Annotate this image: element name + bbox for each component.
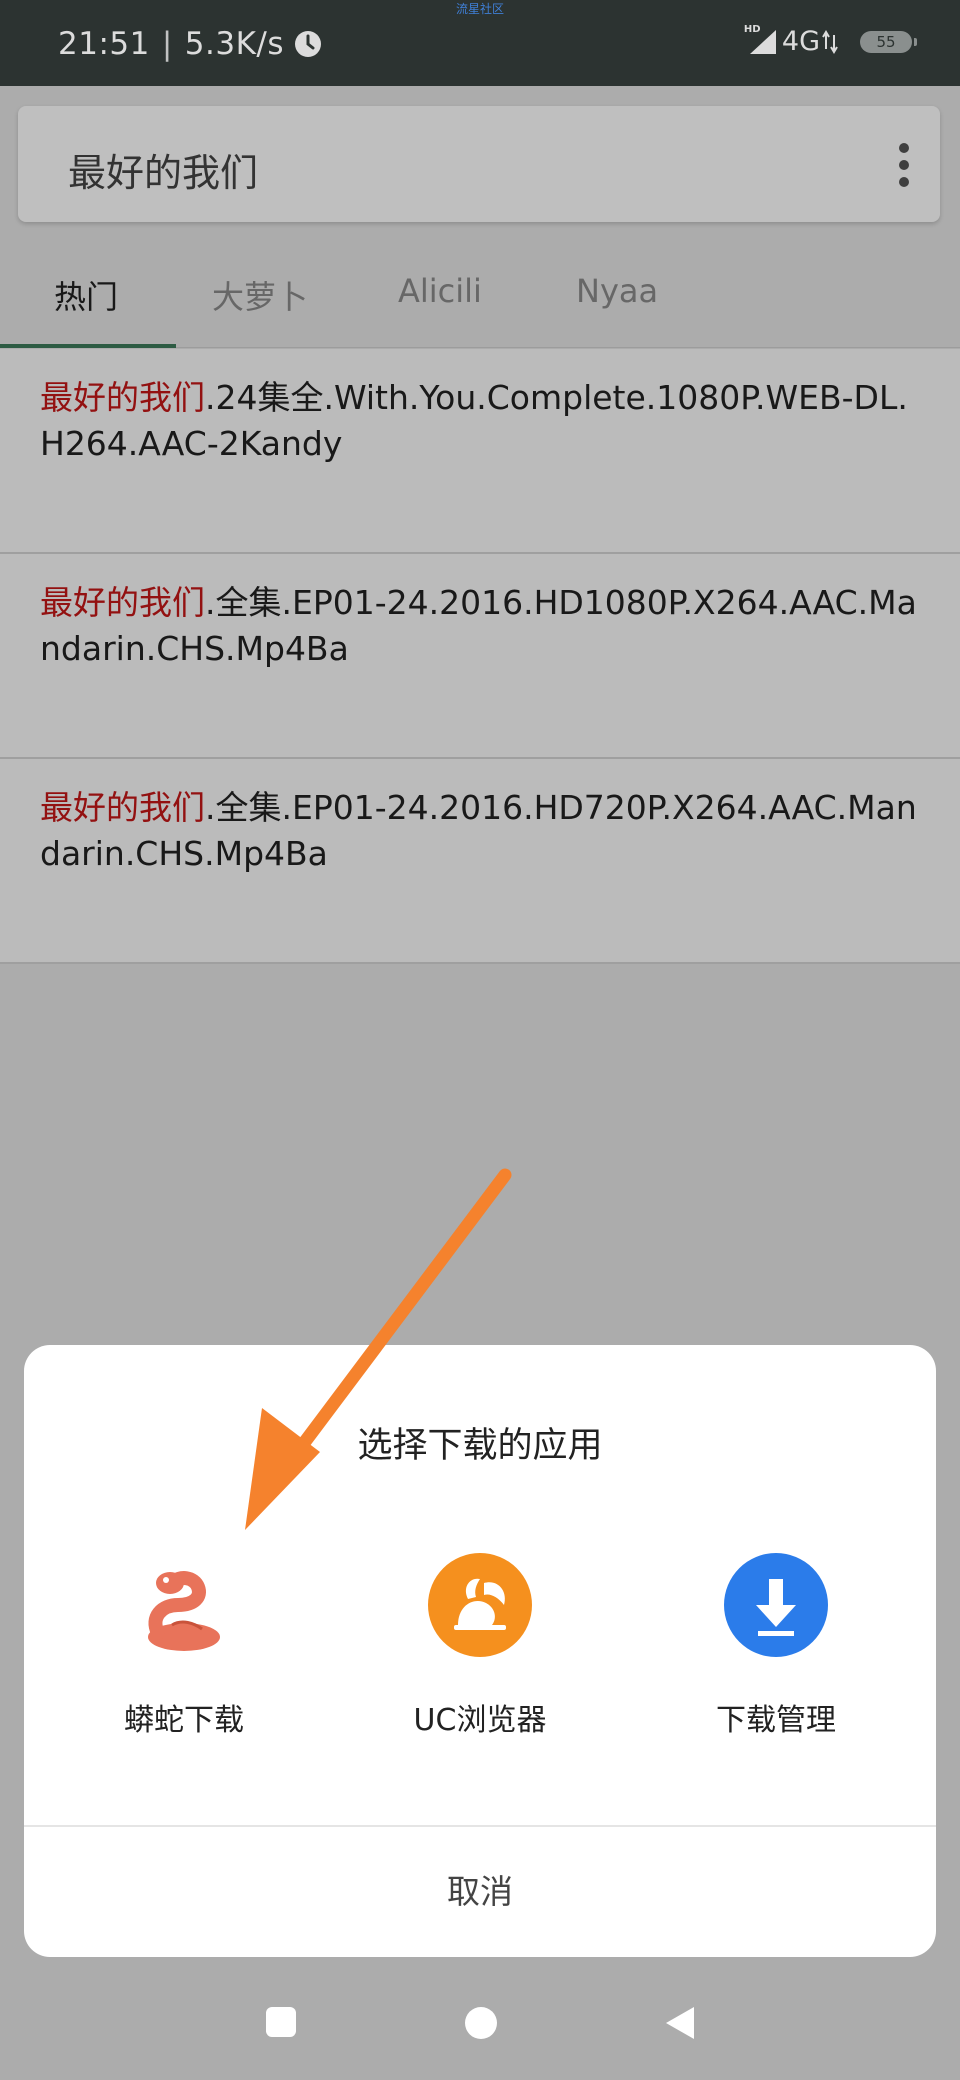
hd-badge: HD — [743, 23, 761, 35]
uc-squirrel-icon — [428, 1553, 532, 1657]
dialog-title: 选择下载的应用 — [357, 1426, 603, 1466]
battery-icon: 55 — [860, 30, 917, 53]
status-left: 21:51 | 5.3K/s — [58, 26, 322, 62]
python-snake-icon — [132, 1553, 236, 1657]
download-app-dialog: 选择下载的应用 蟒蛇下载 UC浏览器 下载管理 取消 — [24, 1345, 936, 1957]
app-label: 蟒蛇下载 — [124, 1703, 244, 1738]
navigation-bar — [0, 1970, 960, 2080]
clock-icon — [294, 30, 322, 58]
app-option-download-manager[interactable]: 下载管理 — [656, 1553, 896, 1739]
status-bar: 流星社区 21:51 | 5.3K/s HD 4G 55 — [0, 0, 960, 86]
battery-level: 55 — [876, 32, 896, 51]
status-separator: | — [161, 26, 173, 62]
home-icon[interactable] — [464, 2006, 498, 2044]
status-time: 21:51 — [58, 26, 150, 62]
app-label: 下载管理 — [716, 1703, 836, 1738]
download-arrow-icon — [724, 1553, 828, 1657]
network-type: 4G — [781, 26, 820, 57]
status-right: HD 4G 55 — [744, 24, 917, 57]
app-option-uc-browser[interactable]: UC浏览器 — [360, 1553, 600, 1739]
app-option-mangshe[interactable]: 蟒蛇下载 — [64, 1553, 304, 1739]
watermark-text: 流星社区 — [455, 2, 504, 16]
app-label: UC浏览器 — [413, 1703, 547, 1738]
recent-apps-icon[interactable] — [265, 2006, 297, 2042]
data-arrows-icon — [822, 29, 838, 55]
signal-icon: HD — [744, 24, 778, 56]
cancel-button[interactable]: 取消 — [24, 1827, 936, 1957]
back-icon[interactable] — [664, 2006, 696, 2044]
network-speed: 5.3K/s — [184, 26, 285, 62]
